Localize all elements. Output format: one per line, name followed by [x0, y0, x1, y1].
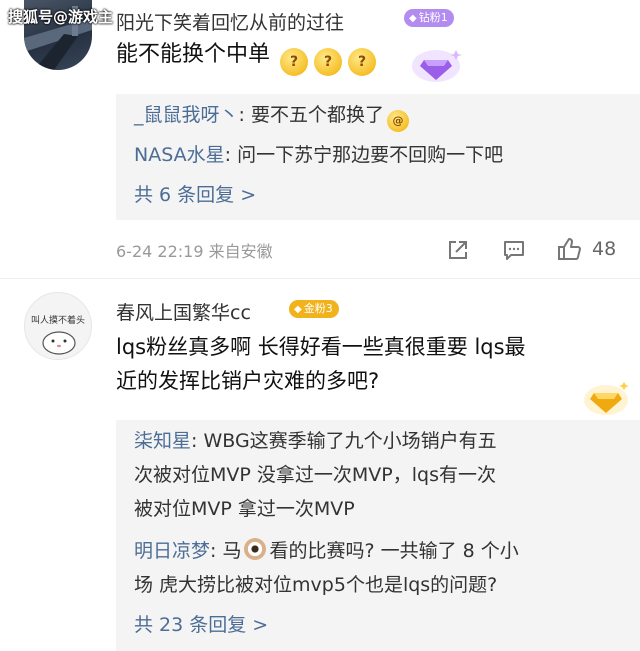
fan-badge: ◆ 金粉3: [289, 300, 339, 318]
confused-emoji-icon: ?: [280, 48, 309, 76]
comment-username[interactable]: 春风上国繁华cc: [116, 298, 251, 325]
reply-text: : 要不五个都换了: [238, 104, 384, 126]
reply-text-line: 被对位MVP 拿过一次MVP: [134, 498, 355, 520]
comment-text: lqs粉丝真多啊 长得好看一些真很重要 lqs最 近的发挥比销户灾难的多吧?: [116, 330, 616, 398]
confused-emoji-icon: ?: [314, 48, 343, 76]
gold-gem-sticker-icon: [584, 378, 630, 422]
reply-item[interactable]: 明日凉梦: 马 看的比赛吗? 一共输了 8 个小: [134, 536, 519, 566]
gold-gem-icon: ◆: [294, 304, 302, 315]
confused-emoji-icon: ?: [348, 48, 377, 76]
comment-text-content: 能不能换个中单: [116, 42, 271, 67]
reply-text-line: 次被对位MVP 没拿过一次MVP，lqs有一次: [134, 464, 496, 486]
dizzy-emoji-icon: @: [386, 110, 409, 132]
more-replies-link[interactable]: 共 6 条回复 >: [134, 180, 256, 210]
reply-item[interactable]: 柒知星: WBG这赛季输了九个小场销户有五: [134, 426, 497, 456]
comment-username[interactable]: 阳光下笑着回忆从前的过往: [116, 8, 344, 35]
reply-thread: 柒知星: WBG这赛季输了九个小场销户有五 次被对位MVP 没拿过一次MVP，l…: [116, 420, 640, 651]
reply-username[interactable]: NASA水星: [134, 144, 225, 166]
diamond-icon: ◆: [409, 13, 417, 24]
more-replies-link[interactable]: 共 23 条回复 >: [134, 610, 268, 640]
reply-username[interactable]: _鼠鼠我呀丶: [134, 104, 239, 126]
reply-text-line: 场 虎大捞比被对位mvp5个也是lqs的问题?: [134, 574, 498, 596]
reply-item[interactable]: NASA水星: 问一下苏宁那边要不回购一下吧: [134, 140, 503, 170]
diamond-sticker-icon: [412, 44, 462, 88]
eye-emoji-icon: [244, 538, 267, 560]
fan-badge-label: 钻粉1: [418, 11, 448, 24]
reply-text: : WBG这赛季输了九个小场销户有五: [191, 430, 497, 452]
comment-icon[interactable]: [502, 238, 526, 262]
reply-text: 看的比赛吗? 一共输了 8 个小: [269, 540, 519, 562]
reply-item[interactable]: _鼠鼠我呀丶: 要不五个都换了 @: [134, 100, 412, 132]
fan-badge: ◆ 钻粉1: [404, 9, 454, 27]
like-count: 48: [592, 238, 617, 260]
reply-text: : 马: [210, 540, 242, 562]
reply-username[interactable]: 明日凉梦: [134, 540, 210, 562]
watermark: 搜狐号@游戏主: [8, 8, 114, 26]
like-icon[interactable]: [556, 236, 582, 262]
share-icon[interactable]: [446, 238, 470, 262]
comment-text-line: lqs粉丝真多啊 长得好看一些真很重要 lqs最: [116, 335, 526, 359]
avatar[interactable]: 叫人摸不着头: [24, 292, 92, 360]
reply-thread: _鼠鼠我呀丶: 要不五个都换了 @ NASA水星: 问一下苏宁那边要不回购一下吧 …: [116, 94, 640, 220]
divider: [0, 278, 640, 279]
hamster-icon: [42, 331, 76, 355]
comment-meta: 6-24 22:19 来自安徽: [116, 242, 273, 261]
reply-username[interactable]: 柒知星: [134, 430, 191, 452]
comment-text: 能不能换个中单 ???: [116, 38, 379, 76]
fan-badge-label: 金粉3: [303, 302, 333, 315]
reply-text: : 问一下苏宁那边要不回购一下吧: [224, 144, 504, 166]
comment-text-line: 近的发挥比销户灾难的多吧?: [116, 369, 380, 393]
